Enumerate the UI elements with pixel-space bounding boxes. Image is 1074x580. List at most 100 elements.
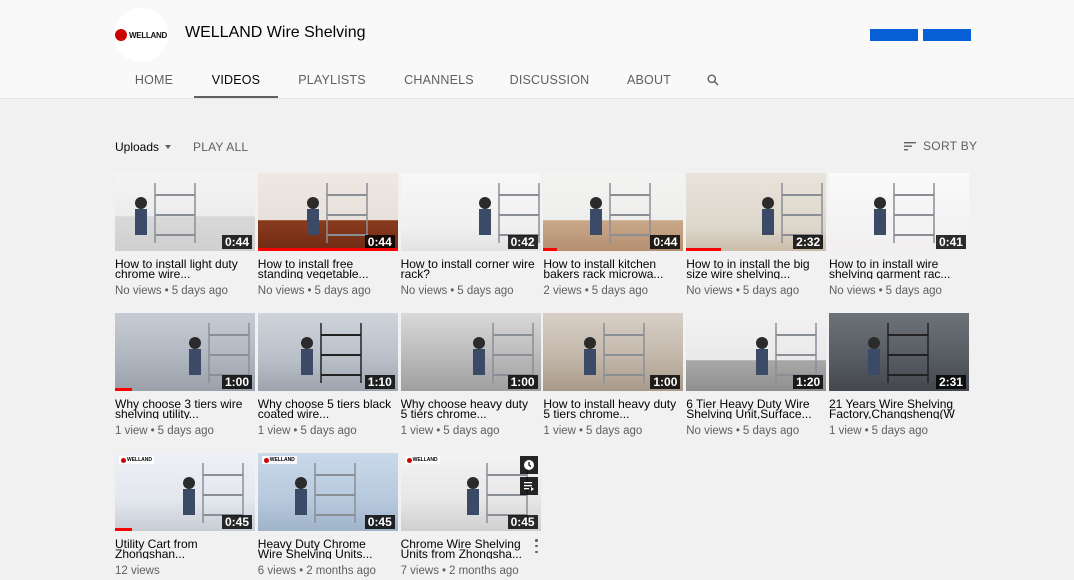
video-title[interactable]: Why choose 5 tiers black coated wire... xyxy=(258,399,398,419)
video-card[interactable]: 0:45 WELLAND Heavy Duty Chrome Wire Shel… xyxy=(257,453,398,577)
video-thumbnail[interactable]: 1:20 xyxy=(686,313,827,391)
upload-age: 5 days ago xyxy=(742,425,800,437)
watch-progress-bar xyxy=(115,388,132,391)
tab-home[interactable]: HOME xyxy=(114,64,194,96)
video-title[interactable]: Utility Cart from Zhongshan... xyxy=(115,539,255,559)
view-count: 2 views xyxy=(543,285,582,297)
video-thumbnail[interactable]: 0:42 xyxy=(400,173,541,251)
video-card[interactable]: 0:44 How to install kitchen bakers rack … xyxy=(543,173,684,297)
play-all-button[interactable]: PLAY ALL xyxy=(193,140,248,154)
meta-separator: • xyxy=(864,425,869,437)
video-title[interactable]: How to install heavy duty 5 tiers chrome… xyxy=(543,399,683,419)
video-meta: 6 views • 2 months ago xyxy=(258,565,398,577)
tab-playlists[interactable]: PLAYLISTS xyxy=(278,64,386,96)
meta-separator: • xyxy=(735,425,740,437)
video-thumbnail[interactable]: 0:44 xyxy=(257,173,398,251)
video-thumbnail[interactable]: 0:45 WELLAND xyxy=(400,453,541,531)
tab-channels[interactable]: CHANNELS xyxy=(386,64,492,96)
video-card[interactable]: 1:20 6 Tier Heavy Duty Wire Shelving Uni… xyxy=(686,313,827,437)
video-card[interactable]: 0:45 WELLAND Chrome Wire Shelving Units … xyxy=(400,453,541,577)
video-card[interactable]: 2:31 21 Years Wire Shelving Factory,Chan… xyxy=(828,313,969,437)
meta-separator: • xyxy=(299,565,304,577)
video-title[interactable]: How to install free standing vegetable..… xyxy=(258,259,398,279)
video-thumbnail[interactable]: 0:41 xyxy=(828,173,969,251)
video-card[interactable]: 0:44 How to install free standing vegeta… xyxy=(257,173,398,297)
upload-age: 5 days ago xyxy=(171,285,228,297)
more-actions-button[interactable] xyxy=(533,539,541,553)
channel-search-button[interactable] xyxy=(691,64,735,96)
queue-icon xyxy=(523,482,534,491)
view-count: 6 views xyxy=(257,565,297,577)
view-count: No views xyxy=(257,285,305,297)
video-card[interactable]: 0:44 How to install light duty chrome wi… xyxy=(115,173,255,297)
video-thumbnail[interactable]: 0:45 WELLAND xyxy=(257,453,398,531)
view-count: 1 view xyxy=(828,425,862,437)
video-thumbnail[interactable]: 0:44 xyxy=(115,173,255,251)
logo-text: WELLAND xyxy=(129,30,167,40)
video-thumbnail[interactable]: 2:32 xyxy=(686,173,827,251)
sort-by-button[interactable]: SORT BY xyxy=(904,139,977,153)
video-card[interactable]: 2:32 How to in install the big size wire… xyxy=(686,173,827,297)
video-thumbnail[interactable]: 0:44 xyxy=(543,173,684,251)
header-action-button-2[interactable] xyxy=(923,29,971,41)
video-meta: No views • 5 days ago xyxy=(401,285,541,297)
video-title[interactable]: Why choose 3 tiers wire shelving utility… xyxy=(115,399,255,419)
duration-badge: 1:00 xyxy=(507,375,538,389)
watch-later-button[interactable] xyxy=(519,456,538,474)
video-title[interactable]: How to in install wire shelving garment … xyxy=(829,259,969,279)
video-thumbnail[interactable]: 2:31 xyxy=(828,313,969,391)
add-to-queue-button[interactable] xyxy=(519,477,538,495)
header-action-button-1[interactable] xyxy=(870,29,918,41)
video-card[interactable]: 0:45 WELLAND Utility Cart from Zhongshan… xyxy=(115,453,255,577)
video-title[interactable]: 6 Tier Heavy Duty Wire Shelving Unit,Sur… xyxy=(686,399,826,419)
video-thumbnail[interactable]: 1:00 xyxy=(400,313,541,391)
video-card[interactable]: 1:00 Why choose 3 tiers wire shelving ut… xyxy=(115,313,255,437)
channel-header: WELLAND WELLAND Wire Shelving HOME VIDEO… xyxy=(0,0,1074,99)
video-title[interactable]: Why choose heavy duty 5 tiers chrome... xyxy=(401,399,541,419)
video-card[interactable]: 1:10 Why choose 5 tiers black coated wir… xyxy=(257,313,398,437)
video-thumbnail[interactable]: 0:45 WELLAND xyxy=(115,453,255,531)
video-card[interactable]: 0:41 How to in install wire shelving gar… xyxy=(828,173,969,297)
upload-age: 5 days ago xyxy=(742,285,800,297)
video-card[interactable]: 1:00 Why choose heavy duty 5 tiers chrom… xyxy=(400,313,541,437)
channel-tabs: HOME VIDEOS PLAYLISTS CHANNELS DISCUSSIO… xyxy=(114,64,735,98)
video-thumbnail[interactable]: 1:00 xyxy=(115,313,255,391)
upload-age: 2 months ago xyxy=(448,565,519,577)
video-title[interactable]: Heavy Duty Chrome Wire Shelving Units... xyxy=(258,539,398,559)
thumbnail-logo-text: WELLAND xyxy=(127,457,152,463)
caret-down-icon xyxy=(165,145,172,149)
tab-about[interactable]: ABOUT xyxy=(607,64,691,96)
upload-age: 5 days ago xyxy=(314,285,371,297)
video-title[interactable]: 21 Years Wire Shelving Factory,Changshen… xyxy=(829,399,969,419)
duration-badge: 1:00 xyxy=(650,375,681,389)
channel-avatar[interactable]: WELLAND xyxy=(114,8,168,62)
upload-age: 5 days ago xyxy=(443,425,500,437)
duration-badge: 2:31 xyxy=(935,375,966,389)
thumbnail-logo: WELLAND xyxy=(119,456,154,464)
video-title[interactable]: How to install kitchen bakers rack micro… xyxy=(543,259,683,279)
video-meta: 7 views • 2 months ago xyxy=(401,565,541,577)
duration-badge: 0:44 xyxy=(364,235,395,249)
video-meta: 1 view • 5 days ago xyxy=(829,425,969,437)
uploads-dropdown[interactable]: Uploads xyxy=(115,140,172,154)
video-grid: 0:44 How to install light duty chrome wi… xyxy=(115,173,975,577)
video-thumbnail[interactable]: 1:10 xyxy=(257,313,398,391)
video-title[interactable]: Chrome Wire Shelving Units from Zhongsha… xyxy=(401,539,541,559)
thumbnail-logo: WELLAND xyxy=(261,456,297,464)
video-thumbnail[interactable]: 1:00 xyxy=(543,313,684,391)
video-title[interactable]: How to in install the big size wire shel… xyxy=(686,259,826,279)
meta-separator: • xyxy=(307,285,312,297)
search-icon xyxy=(707,74,719,86)
tab-discussion[interactable]: DISCUSSION xyxy=(492,64,607,96)
view-count: 12 views xyxy=(115,565,160,577)
video-meta: 2 views • 5 days ago xyxy=(543,285,683,297)
video-title[interactable]: How to install corner wire rack? xyxy=(401,259,541,279)
tab-videos[interactable]: VIDEOS xyxy=(194,64,278,98)
meta-separator: • xyxy=(436,425,441,437)
meta-separator: • xyxy=(450,285,455,297)
video-meta: 1 view • 5 days ago xyxy=(401,425,541,437)
duration-badge: 1:20 xyxy=(793,375,824,389)
video-card[interactable]: 1:00 How to install heavy duty 5 tiers c… xyxy=(543,313,684,437)
video-card[interactable]: 0:42 How to install corner wire rack? No… xyxy=(400,173,541,297)
video-title[interactable]: How to install light duty chrome wire... xyxy=(115,259,255,279)
